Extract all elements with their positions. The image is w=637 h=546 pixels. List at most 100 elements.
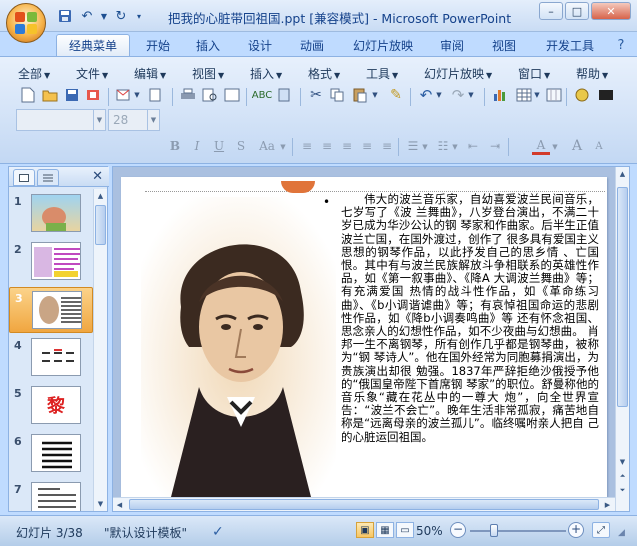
- spelling-icon[interactable]: ABC: [252, 85, 273, 105]
- justify-icon[interactable]: ≡: [358, 137, 376, 155]
- tab-insert[interactable]: 插入: [188, 34, 228, 56]
- undo-icon[interactable]: ↶: [416, 85, 436, 105]
- scrollbar-thumb[interactable]: [95, 205, 106, 245]
- save-icon[interactable]: [56, 7, 74, 25]
- print-icon[interactable]: [178, 85, 198, 105]
- tab-home[interactable]: 开始: [138, 34, 178, 56]
- tab-review[interactable]: 审阅: [432, 34, 472, 56]
- chevron-down-icon[interactable]: ▼: [450, 137, 460, 157]
- permission-icon[interactable]: [84, 85, 104, 105]
- scroll-up-icon[interactable]: ▲: [94, 189, 107, 203]
- slide-thumbnail[interactable]: 7: [9, 479, 93, 511]
- scroll-right-icon[interactable]: ▶: [601, 498, 614, 512]
- font-size-combo[interactable]: 28 ▼: [108, 109, 160, 131]
- font-name-combo[interactable]: ▼: [16, 109, 106, 131]
- format-painter-icon[interactable]: ✎: [386, 85, 406, 105]
- increase-indent-icon[interactable]: ⇥: [486, 137, 504, 155]
- next-slide-icon[interactable]: ⏷: [616, 483, 629, 497]
- distribute-icon[interactable]: ≡: [378, 137, 396, 155]
- tab-animation[interactable]: 动画: [292, 34, 332, 56]
- paste-icon[interactable]: [350, 85, 370, 105]
- chevron-down-icon[interactable]: ▼: [278, 137, 288, 157]
- frame-icon[interactable]: [222, 85, 242, 105]
- slide-thumbnail[interactable]: 5 黎: [9, 383, 93, 429]
- align-right-icon[interactable]: ≡: [338, 137, 356, 155]
- customize-qat-icon[interactable]: ▾: [134, 7, 144, 25]
- chart-icon[interactable]: [490, 85, 510, 105]
- zoom-in-button[interactable]: +: [568, 522, 584, 538]
- tab-classic-menu[interactable]: 经典菜单: [56, 34, 130, 56]
- maximize-button[interactable]: □: [565, 2, 589, 20]
- tab-design[interactable]: 设计: [240, 34, 280, 56]
- undo-dropdown-icon[interactable]: ▼: [100, 7, 108, 25]
- horizontal-scrollbar[interactable]: ◀ ▶: [113, 497, 615, 511]
- menu-slideshow[interactable]: 幻灯片放映 ▼: [424, 65, 492, 82]
- grid-icon[interactable]: [544, 85, 564, 105]
- slide-sorter-button[interactable]: ▦: [376, 522, 394, 538]
- fit-to-window-button[interactable]: ⤢: [592, 522, 610, 538]
- resize-grip-icon[interactable]: ◢: [618, 528, 625, 538]
- menu-window[interactable]: 窗口 ▼: [518, 65, 550, 82]
- chevron-down-icon[interactable]: ▼: [532, 85, 542, 105]
- new-document-icon[interactable]: [18, 85, 38, 105]
- tab-slideshow[interactable]: 幻灯片放映: [348, 34, 418, 56]
- menu-help[interactable]: 帮助 ▼: [576, 65, 608, 82]
- tab-developer[interactable]: 开发工具: [540, 34, 600, 56]
- chevron-down-icon[interactable]: ▼: [434, 85, 444, 105]
- italic-icon[interactable]: I: [188, 137, 206, 155]
- save-icon[interactable]: [62, 85, 82, 105]
- zoom-slider[interactable]: [470, 524, 566, 537]
- office-button[interactable]: [6, 3, 46, 43]
- slide-thumbnail-selected[interactable]: 3: [9, 287, 93, 333]
- table-icon[interactable]: [514, 85, 534, 105]
- chevron-down-icon[interactable]: ▼: [420, 137, 430, 157]
- chevron-down-icon[interactable]: ▼: [147, 110, 159, 130]
- scroll-down-icon[interactable]: ▼: [94, 497, 107, 511]
- vertical-scrollbar[interactable]: ▲ ▼ ⏶ ⏷: [615, 167, 629, 511]
- previous-slide-icon[interactable]: ⏶: [616, 469, 629, 483]
- spell-check-icon[interactable]: ✓: [212, 524, 224, 540]
- copy-icon[interactable]: [328, 85, 348, 105]
- close-button[interactable]: ✕: [591, 2, 631, 20]
- grow-font-icon[interactable]: A: [568, 137, 586, 155]
- chevron-down-icon[interactable]: ▼: [550, 137, 560, 157]
- shadow-icon[interactable]: S: [232, 137, 250, 155]
- decrease-indent-icon[interactable]: ⇤: [464, 137, 482, 155]
- zoom-out-button[interactable]: −: [450, 522, 466, 538]
- shrink-font-icon[interactable]: A: [590, 137, 608, 155]
- zoom-level[interactable]: 50%: [416, 524, 443, 538]
- slide-canvas[interactable]: • 伟大的波兰音乐家，自幼喜爱波兰民间音乐，七岁写了《波 兰舞曲》，八岁登台演出…: [121, 177, 607, 497]
- chevron-down-icon[interactable]: ▼: [93, 110, 105, 130]
- tab-outline[interactable]: [37, 169, 59, 186]
- menu-all[interactable]: 全部 ▼: [18, 65, 50, 82]
- chevron-down-icon[interactable]: ▼: [466, 85, 476, 105]
- scrollbar-thumb[interactable]: [617, 187, 628, 407]
- slide-thumbnail[interactable]: 4: [9, 335, 93, 381]
- font-color-icon[interactable]: A: [532, 137, 550, 155]
- slide-thumbnail[interactable]: 6: [9, 431, 93, 477]
- chevron-down-icon[interactable]: ▼: [370, 85, 380, 105]
- research-icon[interactable]: [276, 85, 296, 105]
- menu-file[interactable]: 文件 ▼: [76, 65, 108, 82]
- thumbnails-scrollbar[interactable]: ▲ ▼: [93, 189, 107, 511]
- color-grayscale-icon[interactable]: [572, 85, 592, 105]
- scroll-down-icon[interactable]: ▼: [616, 455, 629, 469]
- menu-view[interactable]: 视图 ▼: [192, 65, 224, 82]
- chevron-down-icon[interactable]: ▼: [132, 85, 142, 105]
- menu-format[interactable]: 格式 ▼: [308, 65, 340, 82]
- scroll-left-icon[interactable]: ◀: [113, 498, 126, 512]
- scrollbar-thumb[interactable]: [129, 499, 599, 510]
- slide-thumbnail[interactable]: 1: [9, 191, 93, 237]
- minimize-button[interactable]: –: [539, 2, 563, 20]
- slide-body-text[interactable]: 伟大的波兰音乐家，自幼喜爱波兰民间音乐，七岁写了《波 兰舞曲》，八岁登台演出，不…: [341, 192, 599, 444]
- redo-icon[interactable]: ↷: [448, 85, 468, 105]
- change-case-icon[interactable]: Aa: [256, 137, 278, 155]
- align-left-icon[interactable]: ≡: [298, 137, 316, 155]
- align-center-icon[interactable]: ≡: [318, 137, 336, 155]
- redo-icon[interactable]: ↻: [112, 7, 130, 25]
- close-icon[interactable]: ✕: [92, 169, 103, 184]
- slideshow-button[interactable]: ▭: [396, 522, 414, 538]
- preview-icon[interactable]: [200, 85, 220, 105]
- normal-view-button[interactable]: ▣: [356, 522, 374, 538]
- tab-view[interactable]: 视图: [484, 34, 524, 56]
